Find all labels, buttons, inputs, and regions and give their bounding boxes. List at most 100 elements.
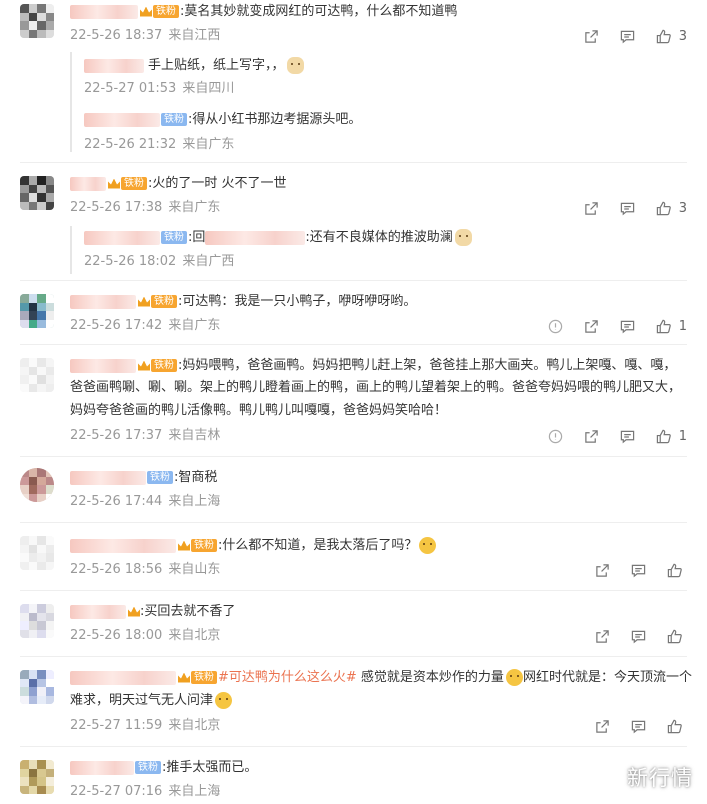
username[interactable] xyxy=(70,294,136,309)
avatar[interactable] xyxy=(20,4,54,38)
username[interactable] xyxy=(70,358,136,373)
comment-time: 22-5-26 18:02 xyxy=(84,254,177,269)
like-button[interactable] xyxy=(661,716,687,736)
comment-location: 来自吉林 xyxy=(168,428,221,443)
crown-icon xyxy=(138,296,150,307)
like-icon xyxy=(657,429,672,443)
comment-text: :还有不良媒体的推波助澜 xyxy=(305,230,453,245)
avatar[interactable] xyxy=(20,670,54,704)
share-icon xyxy=(595,563,609,577)
avatar[interactable] xyxy=(20,536,54,570)
like-icon xyxy=(667,719,682,733)
like-button[interactable] xyxy=(651,316,677,336)
avatar[interactable] xyxy=(20,358,54,392)
like-button[interactable] xyxy=(661,626,687,646)
username[interactable] xyxy=(70,470,146,485)
like-count: 1 xyxy=(678,428,687,444)
share-icon xyxy=(585,201,598,215)
username[interactable] xyxy=(70,176,106,191)
comment-button[interactable] xyxy=(625,560,651,580)
dog-emoji-icon xyxy=(454,229,472,246)
comment-time: 22-5-26 21:32 xyxy=(84,137,177,152)
comment-button[interactable] xyxy=(615,426,641,446)
comment-location: 来自四川 xyxy=(182,81,235,96)
sad-emoji-icon xyxy=(215,692,233,709)
comment-time: 22-5-27 11:59 xyxy=(70,718,163,733)
divider xyxy=(20,280,687,281)
mentioned-username[interactable] xyxy=(205,230,306,245)
fan-badge: 铁粉 xyxy=(121,177,147,190)
share-icon xyxy=(585,319,598,333)
like-button[interactable] xyxy=(651,26,677,46)
share-button[interactable] xyxy=(579,26,605,46)
comment-time: 22-5-26 18:37 xyxy=(70,28,163,43)
share-button[interactable] xyxy=(579,426,605,446)
share-button[interactable] xyxy=(589,716,615,736)
comment-text: :什么都不知道，是我太落后了吗？ xyxy=(218,538,418,553)
report-button[interactable] xyxy=(543,426,569,446)
like-icon xyxy=(657,201,672,215)
username[interactable] xyxy=(70,670,176,685)
comment-location: 来自广东 xyxy=(182,137,235,152)
fan-badge: 铁粉 xyxy=(153,5,179,18)
divider xyxy=(20,746,687,747)
username[interactable] xyxy=(84,58,144,73)
crown-icon xyxy=(128,606,140,617)
report-button[interactable] xyxy=(543,316,569,336)
watermark: 新行情 xyxy=(627,766,693,790)
share-icon xyxy=(595,719,609,733)
share-button[interactable] xyxy=(579,316,605,336)
divider xyxy=(20,522,687,523)
comment-text-line-3: 妈妈夸爸爸画的鸭儿活像鸭。鸭儿鸭儿叫嘎嘎，爸爸妈妈笑哈哈！ xyxy=(70,403,448,418)
comment-icon xyxy=(621,320,635,333)
username[interactable] xyxy=(70,4,138,19)
like-button[interactable] xyxy=(651,426,677,446)
share-button[interactable] xyxy=(589,560,615,580)
like-count: 3 xyxy=(678,28,687,44)
like-button[interactable] xyxy=(651,198,677,218)
comment-time: 22-5-26 17:38 xyxy=(70,200,163,215)
topic-link[interactable]: #可达鸭为什么这么火# xyxy=(218,670,357,685)
comment-icon xyxy=(631,564,645,577)
avatar[interactable] xyxy=(20,604,54,638)
username[interactable] xyxy=(84,112,160,127)
comment-icon xyxy=(621,430,635,443)
share-icon xyxy=(585,29,598,43)
comment-text-line-1: :妈妈喂鸭，爸爸画鸭。妈妈把鸭儿赶上架，爸爸挂上那大画夹。鸭儿上架嘎、嘎、嘎， xyxy=(178,358,677,373)
avatar[interactable] xyxy=(20,294,54,328)
like-icon xyxy=(667,629,682,643)
comment-button[interactable] xyxy=(625,716,651,736)
comment-time: 22-5-26 17:42 xyxy=(70,318,163,333)
comment-button[interactable] xyxy=(615,26,641,46)
avatar[interactable] xyxy=(20,176,54,210)
comment-time: 22-5-26 17:37 xyxy=(70,428,163,443)
comment-text: 手上贴纸，纸上写字，， xyxy=(148,58,285,73)
username[interactable] xyxy=(70,604,126,619)
username[interactable] xyxy=(70,760,134,775)
divider xyxy=(20,162,687,163)
divider xyxy=(20,344,687,345)
comment-button[interactable] xyxy=(625,626,651,646)
fan-badge: 铁粉 xyxy=(161,113,187,126)
crown-icon xyxy=(138,360,150,371)
fan-badge: 铁粉 xyxy=(151,295,177,308)
share-button[interactable] xyxy=(579,198,605,218)
comment-text: :得从小红书那边考据源头吧。 xyxy=(188,112,362,127)
comment-text-line-2: 难求，明天过气无人问津 xyxy=(70,693,214,708)
avatar[interactable] xyxy=(20,760,54,794)
comment-text: :可达鸭：我是一只小鸭子，咿呀咿呀哟。 xyxy=(178,294,417,309)
fan-badge: 铁粉 xyxy=(191,671,217,684)
comment-location: 来自北京 xyxy=(168,628,221,643)
comment-button[interactable] xyxy=(615,316,641,336)
comment-icon xyxy=(631,630,645,643)
reply-bar xyxy=(70,52,72,152)
like-button[interactable] xyxy=(661,560,687,580)
share-button[interactable] xyxy=(589,626,615,646)
avatar[interactable] xyxy=(20,468,54,502)
username[interactable] xyxy=(84,230,160,245)
like-count: 3 xyxy=(678,200,687,216)
reply-prefix: :回 xyxy=(188,230,206,245)
username[interactable] xyxy=(70,538,176,553)
comment-button[interactable] xyxy=(615,198,641,218)
like-icon xyxy=(657,29,672,43)
